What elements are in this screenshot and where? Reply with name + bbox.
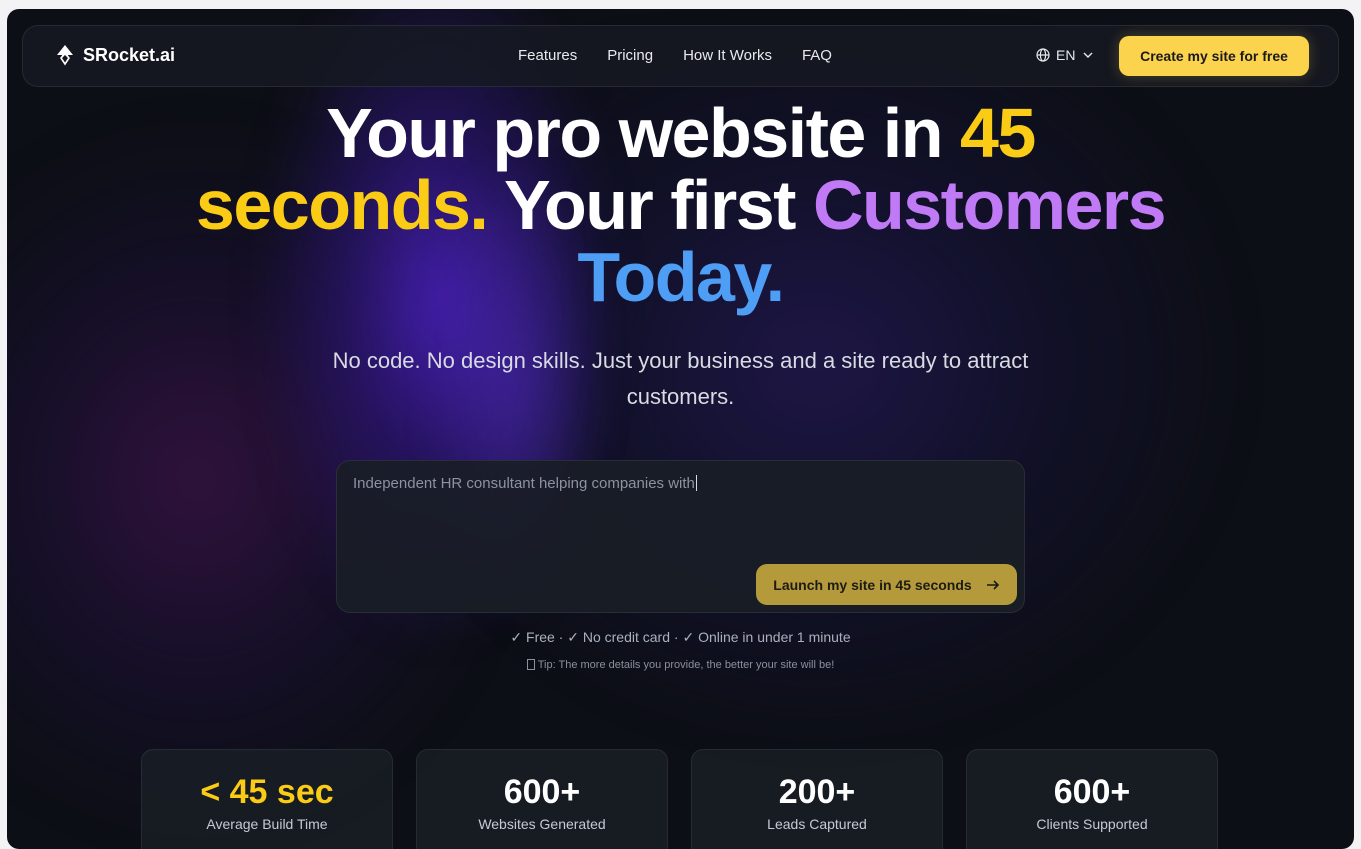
nav-link-how-it-works[interactable]: How It Works: [683, 47, 772, 64]
tip-line: Tip: The more details you provide, the b…: [7, 659, 1354, 671]
nav-links: Features Pricing How It Works FAQ: [518, 47, 832, 64]
stat-card: < 45 sec Average Build Time: [141, 749, 393, 849]
nav-link-faq[interactable]: FAQ: [802, 47, 832, 64]
stat-value: 600+: [503, 773, 581, 811]
stat-value: 200+: [778, 773, 856, 811]
input-value: Independent HR consultant helping compan…: [353, 475, 695, 492]
headline-part: 45: [959, 94, 1036, 172]
hero-subtitle: No code. No design skills. Just your bus…: [332, 348, 1029, 409]
chevron-down-icon: [1083, 52, 1093, 58]
brand-name: SRocket.ai: [83, 44, 176, 65]
brand-logo[interactable]: SRocket.ai: [55, 44, 175, 66]
stat-label: Leads Captured: [767, 816, 867, 832]
launch-site-button[interactable]: Launch my site in 45 seconds: [756, 564, 1017, 605]
input-text: Independent HR consultant helping compan…: [353, 475, 697, 492]
launch-button-label: Launch my site in 45 seconds: [773, 576, 972, 593]
headline-part: Today.: [577, 238, 785, 316]
arrow-right-icon: [986, 579, 999, 590]
headline-part: Your first: [487, 166, 813, 244]
hero-headline: Your pro website in 45 seconds. Your fir…: [7, 97, 1354, 313]
lightbulb-icon: [526, 659, 535, 670]
rocket-logo-icon: [57, 45, 73, 66]
headline-part: Customers: [812, 166, 1167, 244]
nav-link-features[interactable]: Features: [518, 47, 577, 64]
perks-line: ✓ Free · ✓ No credit card · ✓ Online in …: [510, 629, 851, 645]
stat-card: 600+ Clients Supported: [966, 749, 1218, 849]
headline-part: Your pro website in: [326, 94, 960, 172]
create-site-button[interactable]: Create my site for free: [1119, 36, 1309, 76]
language-selector[interactable]: EN: [1036, 47, 1095, 63]
stat-card: 600+ Websites Generated: [416, 749, 668, 849]
stat-card: 200+ Leads Captured: [691, 749, 943, 849]
page-frame: SRocket.ai Features Pricing How It Works…: [7, 9, 1354, 849]
stat-value: < 45 sec: [200, 773, 334, 811]
stat-label: Websites Generated: [478, 816, 606, 832]
globe-icon: [1036, 48, 1050, 62]
text-caret: [695, 475, 697, 491]
headline-part: seconds.: [195, 166, 489, 244]
stat-label: Average Build Time: [206, 816, 328, 832]
nav-link-pricing[interactable]: Pricing: [607, 47, 653, 64]
stats-row: < 45 sec Average Build Time 600+ Website…: [141, 749, 1218, 849]
top-navbar: SRocket.ai Features Pricing How It Works…: [22, 25, 1339, 87]
stat-label: Clients Supported: [1036, 816, 1148, 832]
business-description-input[interactable]: Independent HR consultant helping compan…: [336, 460, 1025, 613]
stat-value: 600+: [1053, 773, 1131, 811]
language-label: EN: [1056, 47, 1076, 63]
tip-text: Tip: The more details you provide, the b…: [537, 659, 835, 671]
